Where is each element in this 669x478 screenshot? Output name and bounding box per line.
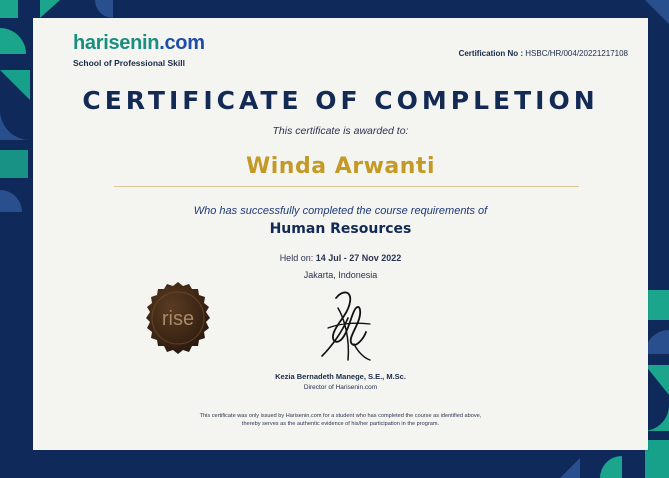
held-label: Held on: — [279, 253, 314, 263]
certification-number-value: HSBC/HR/004/20221217108 — [525, 49, 628, 58]
completion-text: Who has successfully completed the cours… — [193, 205, 488, 217]
brand-logo: harisenin.com School of Professional Ski… — [73, 32, 205, 68]
location: Jakarta, Indonesia — [303, 270, 378, 280]
director-signature — [321, 291, 371, 361]
logo-name: harisenin — [73, 32, 160, 54]
held-on: Held on: 14 Jul - 27 Nov 2022 — [33, 253, 648, 263]
certificate-title: CERTIFICATE OF COMPLETION — [82, 86, 599, 115]
recipient-name: Winda Arwanti — [246, 154, 435, 179]
signer-name: Kezia Bernadeth Manege, S.E., M.Sc. — [275, 372, 406, 381]
certificate-card: harisenin.com School of Professional Ski… — [33, 18, 648, 450]
logo-tld: .com — [159, 32, 205, 54]
certification-number: Certification No : HSBC/HR/004/202212171… — [459, 49, 628, 58]
awarded-text: This certificate is awarded to: — [272, 125, 409, 137]
logo-tagline: School of Professional Skill — [73, 58, 185, 68]
signer-role: Director of Harisenin.com — [303, 384, 378, 391]
seal-text: rise — [162, 308, 194, 330]
disclaimer: This certificate was only issued by Hari… — [133, 412, 548, 428]
course-name: Human Resources — [269, 221, 412, 237]
certificate-frame: harisenin.com School of Professional Ski… — [0, 0, 669, 478]
disclaimer-line-1: This certificate was only issued by Hari… — [199, 413, 482, 419]
name-divider — [114, 186, 579, 187]
rise-seal-icon: rise — [146, 282, 210, 354]
disclaimer-line-2: thereby serves as the authentic evidence… — [241, 421, 440, 427]
certification-number-label: Certification No : — [458, 49, 524, 58]
held-dates: 14 Jul - 27 Nov 2022 — [315, 253, 402, 263]
